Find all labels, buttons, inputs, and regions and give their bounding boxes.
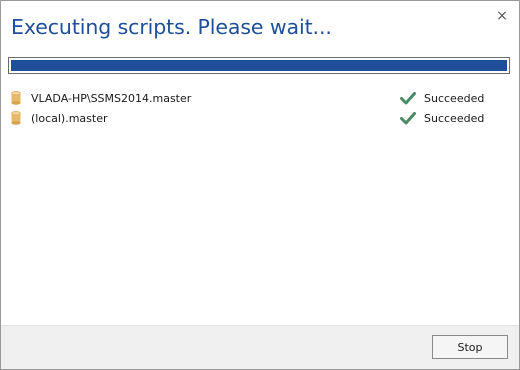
status-text: Succeeded — [424, 111, 485, 125]
progress-fill — [11, 60, 507, 71]
result-row: (local).master Succeeded — [9, 108, 511, 128]
status-cell: Succeeded — [400, 88, 484, 108]
status-cell: Succeeded — [400, 108, 484, 128]
close-icon[interactable]: × — [495, 9, 509, 23]
stop-button[interactable]: Stop — [432, 335, 508, 359]
execution-dialog: Executing scripts. Please wait... × VLAD… — [0, 0, 520, 370]
progress-bar — [8, 57, 510, 74]
results-list: VLADA-HP\SSMS2014.master Succeeded (loca… — [9, 88, 511, 128]
dialog-footer: Stop — [1, 325, 519, 369]
database-name: (local).master — [31, 111, 108, 125]
status-text: Succeeded — [424, 91, 485, 105]
check-icon — [400, 112, 416, 125]
result-row: VLADA-HP\SSMS2014.master Succeeded — [9, 88, 511, 108]
database-name: VLADA-HP\SSMS2014.master — [31, 91, 192, 105]
database-icon — [11, 111, 21, 125]
dialog-title: Executing scripts. Please wait... — [11, 15, 332, 39]
check-icon — [400, 92, 416, 105]
database-icon — [11, 91, 21, 105]
